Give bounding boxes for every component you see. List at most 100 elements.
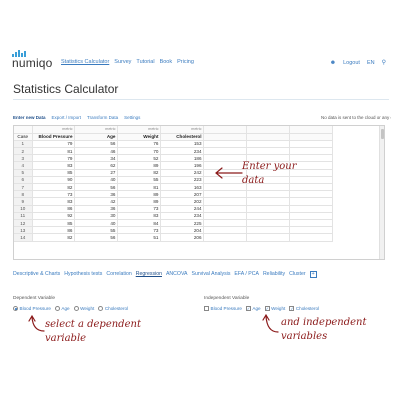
tab-survival-analysis[interactable]: Survival Analysis xyxy=(192,271,231,280)
empty-cell[interactable] xyxy=(203,212,247,220)
table-cell[interactable]: 30 xyxy=(74,212,118,220)
toolbar-link-transform-data[interactable]: Transform Data xyxy=(87,115,118,120)
nav-link-survey[interactable]: Survey xyxy=(114,59,131,65)
nav-link-book[interactable]: Book xyxy=(160,59,173,65)
toolbar-link-export-import[interactable]: Export / Import xyxy=(52,115,82,120)
empty-cell[interactable] xyxy=(289,190,333,199)
empty-cell[interactable] xyxy=(246,233,290,242)
table-cell[interactable]: 86 xyxy=(32,205,75,213)
tab-efa-pca[interactable]: EFA / PCA xyxy=(234,271,259,280)
empty-header-cell[interactable] xyxy=(289,133,333,141)
table-cell[interactable]: 83 xyxy=(32,161,75,170)
table-cell[interactable]: 186 xyxy=(160,154,204,163)
empty-cell[interactable] xyxy=(289,219,333,228)
table-cell[interactable]: 52 xyxy=(117,154,161,163)
empty-cell[interactable] xyxy=(246,226,290,235)
table-cell[interactable]: 234 xyxy=(160,212,204,220)
empty-cell[interactable] xyxy=(289,233,333,242)
table-cell[interactable]: 56 xyxy=(74,233,118,242)
tab-correlation[interactable]: Correlation xyxy=(106,271,131,280)
table-cell[interactable]: 79 xyxy=(32,154,75,163)
empty-cell[interactable] xyxy=(246,205,290,213)
radio-button[interactable] xyxy=(73,306,79,311)
column-scale-cell[interactable]: metric xyxy=(74,126,118,134)
nav-link-pricing[interactable]: Pricing xyxy=(177,59,194,65)
table-cell[interactable]: 163 xyxy=(160,183,204,192)
empty-cell[interactable] xyxy=(203,233,247,242)
table-cell[interactable]: 40 xyxy=(74,176,118,185)
table-cell[interactable]: 82 xyxy=(32,183,75,192)
grid-scrollbar[interactable] xyxy=(379,126,384,259)
empty-cell[interactable] xyxy=(289,140,333,149)
table-cell[interactable]: 83 xyxy=(32,197,75,206)
table-cell[interactable]: 56 xyxy=(74,140,118,149)
table-cell[interactable]: 84 xyxy=(117,219,161,228)
table-cell[interactable]: 36 xyxy=(74,190,118,199)
table-cell[interactable]: 81 xyxy=(117,183,161,192)
empty-cell[interactable] xyxy=(246,212,290,220)
nav-link-tutorial[interactable]: Tutorial xyxy=(136,59,154,65)
dependent-option[interactable]: Age xyxy=(54,306,70,311)
add-tab-button[interactable]: + xyxy=(309,271,317,278)
column-scale-cell[interactable]: metric xyxy=(160,126,204,134)
table-cell[interactable]: 27 xyxy=(74,169,118,177)
table-cell[interactable]: 92 xyxy=(32,212,75,220)
empty-cell[interactable] xyxy=(246,190,290,199)
radio-button[interactable] xyxy=(54,306,60,311)
table-cell[interactable]: 79 xyxy=(32,140,75,149)
logout-link[interactable]: Logout xyxy=(343,60,360,66)
table-cell[interactable]: 234 xyxy=(160,147,204,156)
tab-reliability[interactable]: Reliability xyxy=(263,271,285,280)
table-cell[interactable]: 55 xyxy=(74,226,118,235)
table-cell[interactable]: 82 xyxy=(117,169,161,177)
table-cell[interactable]: 244 xyxy=(160,205,204,213)
table-cell[interactable]: 83 xyxy=(117,212,161,220)
scrollbar-thumb[interactable] xyxy=(381,129,384,139)
table-cell[interactable]: 76 xyxy=(117,140,161,149)
table-cell[interactable]: 42 xyxy=(74,197,118,206)
empty-cell[interactable] xyxy=(203,126,247,134)
column-header[interactable]: Cholesterol xyxy=(160,133,204,141)
column-header[interactable]: Blood Pressure xyxy=(32,133,75,141)
radio-button[interactable] xyxy=(13,306,18,311)
user-icon[interactable]: ☻ xyxy=(330,60,336,66)
table-cell[interactable]: 90 xyxy=(32,176,75,185)
table-cell[interactable]: 70 xyxy=(117,147,161,156)
empty-cell[interactable] xyxy=(289,205,333,213)
checkbox[interactable]: ✓ xyxy=(264,306,270,311)
logo[interactable]: numiqo xyxy=(12,40,62,70)
table-cell[interactable]: 85 xyxy=(32,169,75,177)
table-cell[interactable]: 46 xyxy=(74,147,118,156)
empty-cell[interactable] xyxy=(246,197,290,206)
table-cell[interactable]: 73 xyxy=(32,190,75,199)
tab-regression[interactable]: Regression xyxy=(136,271,162,280)
column-header[interactable]: Age xyxy=(74,133,118,141)
language-selector[interactable]: EN xyxy=(367,60,375,66)
table-cell[interactable]: 34 xyxy=(74,154,118,163)
data-grid[interactable]: metric metric metric metric Case Blood Pressu… xyxy=(13,125,385,260)
table-cell[interactable]: 202 xyxy=(160,197,204,206)
table-cell[interactable]: 40 xyxy=(74,219,118,228)
table-cell[interactable]: 153 xyxy=(160,140,204,149)
table-cell[interactable]: 86 xyxy=(32,226,75,235)
table-cell[interactable]: 55 xyxy=(117,176,161,185)
empty-cell[interactable] xyxy=(203,226,247,235)
table-cell[interactable]: 89 xyxy=(117,190,161,199)
dependent-option[interactable]: Blood Pressure xyxy=(13,306,51,311)
search-icon[interactable]: ⚲ xyxy=(382,59,386,66)
empty-cell[interactable] xyxy=(203,190,247,199)
empty-cell[interactable] xyxy=(203,140,247,149)
empty-cell[interactable] xyxy=(289,126,333,134)
dependent-option[interactable]: Cholesterol xyxy=(98,306,128,311)
empty-cell[interactable] xyxy=(203,219,247,228)
empty-cell[interactable] xyxy=(203,183,247,192)
radio-button[interactable] xyxy=(98,306,104,311)
table-cell[interactable]: 56 xyxy=(74,183,118,192)
table-cell[interactable]: 89 xyxy=(117,197,161,206)
independent-option[interactable]: ✓ Weight xyxy=(264,306,285,311)
tab-hypothesis-tests[interactable]: Hypothesis tests xyxy=(64,271,102,280)
table-cell[interactable]: 89 xyxy=(117,161,161,170)
empty-cell[interactable] xyxy=(246,140,290,149)
table-cell[interactable]: 225 xyxy=(160,219,204,228)
independent-option[interactable]: Blood Pressure xyxy=(204,306,242,311)
